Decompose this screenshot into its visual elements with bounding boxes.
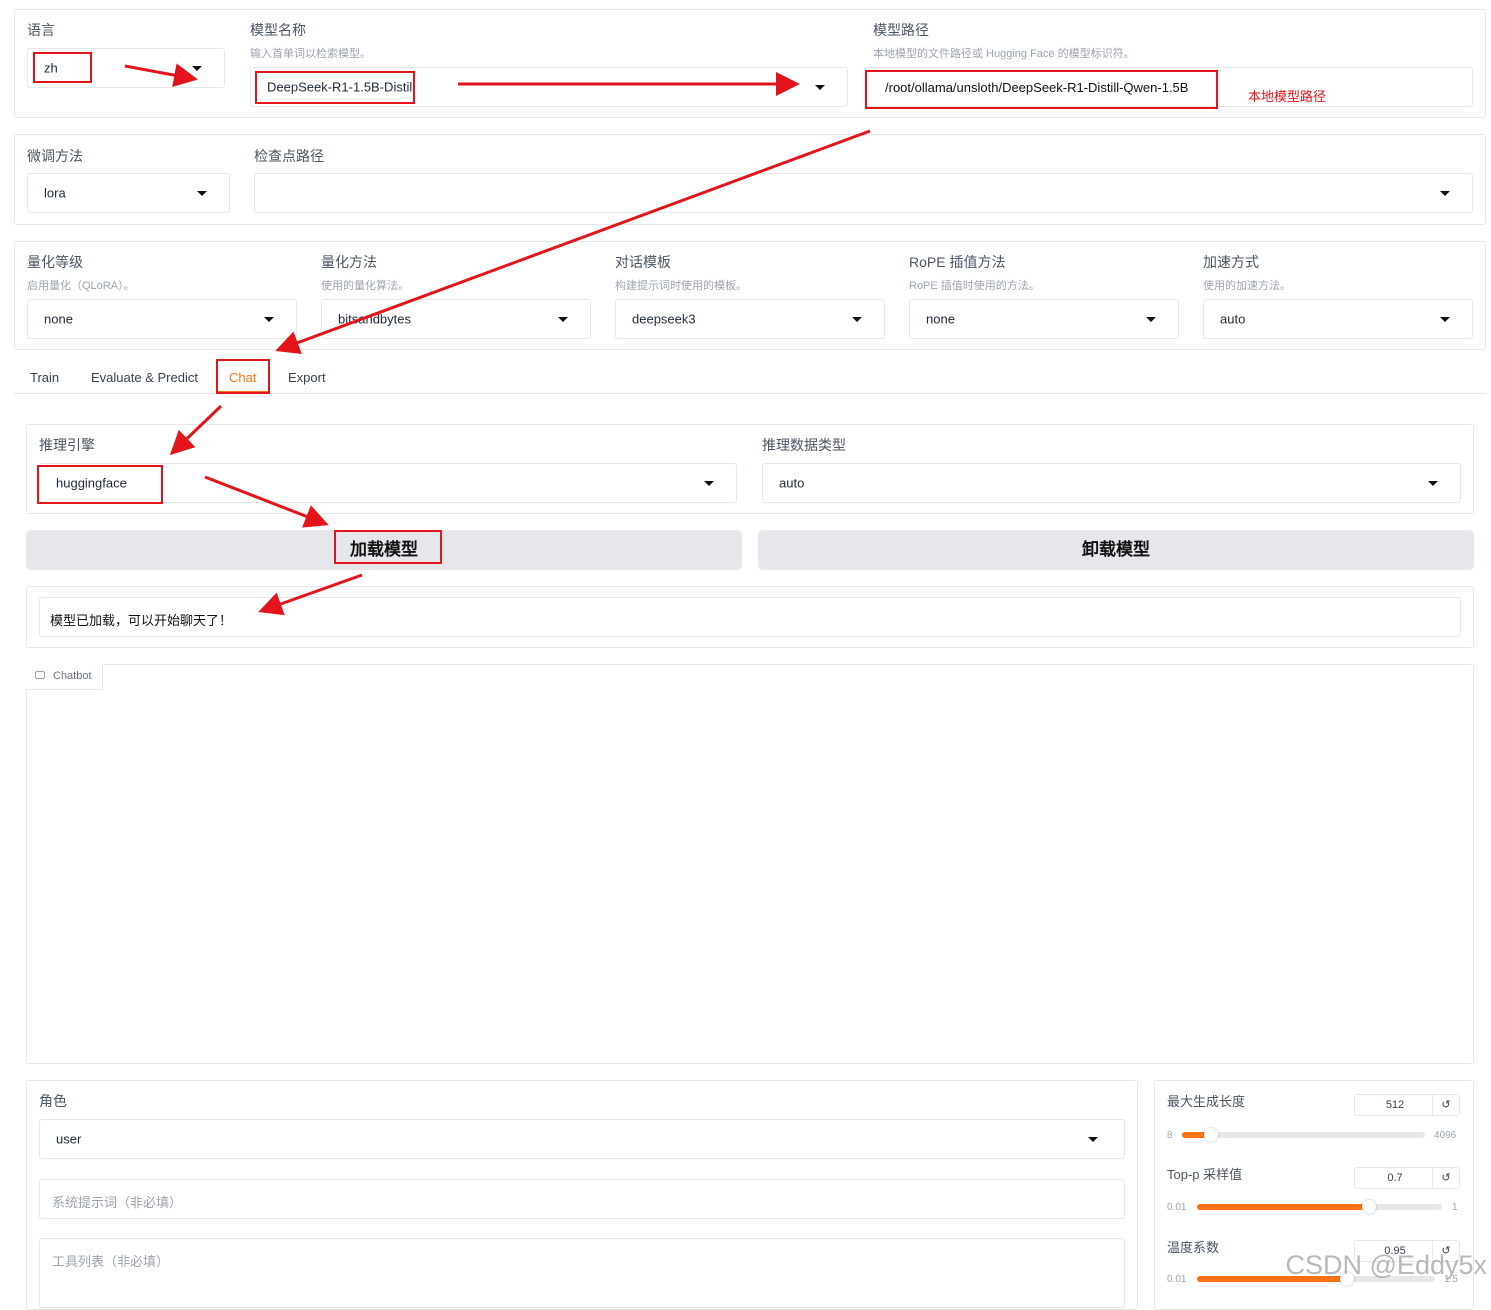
top-p-slider[interactable] <box>1197 1200 1442 1214</box>
slider-handle[interactable] <box>1361 1200 1376 1214</box>
chevron-down-icon <box>197 191 207 196</box>
quant-bit-label: 量化等级 <box>27 254 83 270</box>
slider-max: 1 <box>1452 1202 1458 1213</box>
checkpoint-label: 检查点路径 <box>254 148 324 164</box>
max-new-tokens-slider[interactable] <box>1182 1128 1425 1142</box>
chatbot-label: Chatbot <box>53 670 92 682</box>
model-path-label: 模型路径 <box>873 22 929 38</box>
template-label: 对话模板 <box>615 254 671 270</box>
chevron-down-icon <box>192 66 202 71</box>
chevron-down-icon <box>852 317 862 322</box>
model-path-input[interactable]: /root/ollama/unsloth/DeepSeek-R1-Distill… <box>865 67 1473 107</box>
chevron-down-icon <box>1428 481 1438 486</box>
booster-label: 加速方式 <box>1203 254 1259 270</box>
tab-evaluate-predict[interactable]: Evaluate & Predict <box>91 370 198 385</box>
language-label: 语言 <box>27 22 55 38</box>
top-p-label: Top-p 采样值 <box>1167 1167 1243 1182</box>
infer-backend-value: huggingface <box>56 475 127 491</box>
chevron-down-icon <box>704 481 714 486</box>
temperature-label: 温度系数 <box>1167 1240 1220 1255</box>
rope-value: none <box>926 311 955 327</box>
load-model-button[interactable]: 加载模型 <box>26 530 742 570</box>
model-path-value: /root/ollama/unsloth/DeepSeek-R1-Distill… <box>885 80 1189 95</box>
role-label: 角色 <box>39 1093 67 1109</box>
tab-chat[interactable]: Chat <box>229 370 256 385</box>
tab-chat-underline <box>217 391 269 393</box>
model-path-annotation: 本地模型路径 <box>1248 89 1327 104</box>
tools-input[interactable]: 工具列表（非必填） <box>39 1238 1125 1308</box>
chevron-down-icon <box>1146 317 1156 322</box>
template-select[interactable]: deepseek3 <box>615 299 885 339</box>
system-prompt-placeholder: 系统提示词（非必填） <box>52 1195 183 1210</box>
model-path-hint: 本地模型的文件路径或 Hugging Face 的模型标识符。 <box>873 48 1135 60</box>
quant-method-label: 量化方法 <box>321 254 377 270</box>
rope-label: RoPE 插值方法 <box>909 254 1006 270</box>
slider-min: 0.01 <box>1167 1274 1187 1285</box>
chevron-down-icon <box>1440 317 1450 322</box>
booster-value: auto <box>1220 311 1246 327</box>
quant-method-select[interactable]: bitsandbytes <box>321 299 591 339</box>
chevron-down-icon <box>1088 1137 1098 1142</box>
language-value: zh <box>44 60 58 76</box>
max-new-tokens-label: 最大生成长度 <box>1167 1094 1246 1109</box>
chevron-down-icon <box>558 317 568 322</box>
max-new-tokens-input[interactable]: 512 ↺ <box>1354 1094 1460 1116</box>
tab-divider <box>14 393 1486 394</box>
chat-bubble-icon <box>35 671 45 679</box>
chatbot-label-badge: Chatbot <box>26 664 103 690</box>
booster-select[interactable]: auto <box>1203 299 1473 339</box>
info-text: 模型已加载，可以开始聊天了！ <box>50 613 233 628</box>
booster-hint: 使用的加速方法。 <box>1203 280 1291 292</box>
model-name-label: 模型名称 <box>250 22 306 38</box>
info-textbox[interactable]: 模型已加载，可以开始聊天了！ <box>39 597 1461 637</box>
quant-bit-hint: 启用量化（QLoRA）。 <box>27 280 135 292</box>
chevron-down-icon <box>1440 191 1450 196</box>
model-name-hint: 输入首单词以检索模型。 <box>250 48 371 60</box>
tab-export[interactable]: Export <box>288 370 326 385</box>
rope-hint: RoPE 插值时使用的方法。 <box>909 280 1040 292</box>
reset-icon[interactable]: ↺ <box>1432 1095 1459 1115</box>
quant-bit-value: none <box>44 311 73 327</box>
chatbot-panel <box>26 664 1474 1064</box>
finetune-value: lora <box>44 185 66 201</box>
slider-fill <box>1197 1204 1369 1210</box>
role-select[interactable]: user <box>39 1119 1125 1159</box>
template-value: deepseek3 <box>632 311 696 327</box>
slider-min: 8 <box>1167 1130 1173 1141</box>
tab-train[interactable]: Train <box>30 370 59 385</box>
system-prompt-input[interactable]: 系统提示词（非必填） <box>39 1179 1125 1219</box>
infer-dtype-select[interactable]: auto <box>762 463 1461 503</box>
unload-model-button[interactable]: 卸载模型 <box>758 530 1474 570</box>
infer-dtype-value: auto <box>779 475 805 491</box>
max-new-tokens-value: 512 <box>1385 1099 1405 1111</box>
model-name-select[interactable]: DeepSeek-R1-1.5B-Distill <box>250 67 848 107</box>
finetune-label: 微调方法 <box>27 148 83 164</box>
role-value: user <box>56 1131 82 1147</box>
top-p-input[interactable]: 0.7 ↺ <box>1354 1167 1460 1189</box>
quant-method-value: bitsandbytes <box>338 311 411 327</box>
slider-min: 0.01 <box>1167 1202 1187 1213</box>
quant-method-hint: 使用的量化算法。 <box>321 280 409 292</box>
finetune-select[interactable]: lora <box>27 173 230 213</box>
top-p-value: 0.7 <box>1387 1172 1403 1184</box>
chevron-down-icon <box>815 85 825 90</box>
model-name-value: DeepSeek-R1-1.5B-Distill <box>267 79 416 95</box>
template-hint: 构建提示词时使用的模板。 <box>615 280 747 292</box>
infer-dtype-label: 推理数据类型 <box>762 437 846 453</box>
chevron-down-icon <box>264 317 274 322</box>
infer-backend-select[interactable]: huggingface <box>39 463 737 503</box>
slider-max: 4096 <box>1434 1130 1457 1141</box>
infer-backend-label: 推理引擎 <box>39 437 95 453</box>
rope-select[interactable]: none <box>909 299 1179 339</box>
quant-bit-select[interactable]: none <box>27 299 297 339</box>
reset-icon[interactable]: ↺ <box>1432 1168 1459 1188</box>
checkpoint-select[interactable] <box>254 173 1473 213</box>
watermark: CSDN @Eddy5x <box>1285 1250 1487 1280</box>
language-select[interactable]: zh <box>27 48 225 88</box>
tools-placeholder: 工具列表（非必填） <box>52 1254 170 1269</box>
